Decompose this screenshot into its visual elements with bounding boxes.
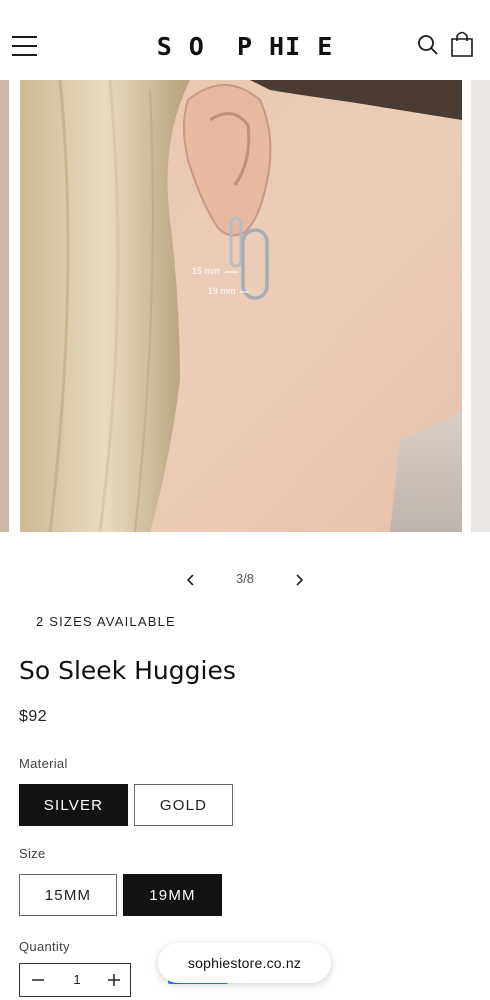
quantity-stepper — [19, 963, 131, 997]
product-photo[interactable]: 15 mm 19 mm — [20, 80, 462, 532]
slide-counter: 3/8 — [235, 571, 255, 586]
product-price: $92 — [19, 708, 48, 725]
quantity-label: Quantity — [19, 939, 70, 954]
sizes-available-badge: 2 SIZES AVAILABLE — [36, 614, 176, 629]
browser-url-pill[interactable]: sophiestore.co.nz — [158, 943, 331, 983]
material-option-silver[interactable]: SILVER — [19, 784, 128, 826]
size-label-15mm: 15 mm — [192, 266, 220, 276]
minus-icon[interactable] — [28, 970, 48, 990]
product-image-gallery[interactable]: 15 mm 19 mm — [0, 80, 490, 535]
search-icon[interactable] — [416, 33, 440, 57]
size-option-19mm[interactable]: 19MM — [123, 874, 222, 916]
quantity-input[interactable] — [58, 971, 96, 988]
size-label-19mm: 19 mm — [208, 286, 236, 296]
material-label: Material — [19, 756, 68, 771]
size-option-15mm[interactable]: 15MM — [19, 874, 117, 916]
plus-icon[interactable] — [104, 970, 124, 990]
previous-slide-peek[interactable] — [0, 80, 9, 532]
shopping-bag-icon[interactable] — [449, 30, 475, 58]
chevron-right-icon[interactable] — [290, 571, 308, 589]
domain-text: sophiestore.co.nz — [187, 955, 302, 971]
chevron-left-icon[interactable] — [182, 571, 200, 589]
gallery-pagination: 3/8 — [0, 568, 490, 592]
site-header: S O P HI E — [0, 0, 490, 82]
next-slide-peek[interactable] — [471, 80, 490, 532]
product-title: So Sleek Huggies — [19, 656, 236, 685]
material-option-gold[interactable]: GOLD — [134, 784, 233, 826]
size-label: Size — [19, 846, 46, 861]
